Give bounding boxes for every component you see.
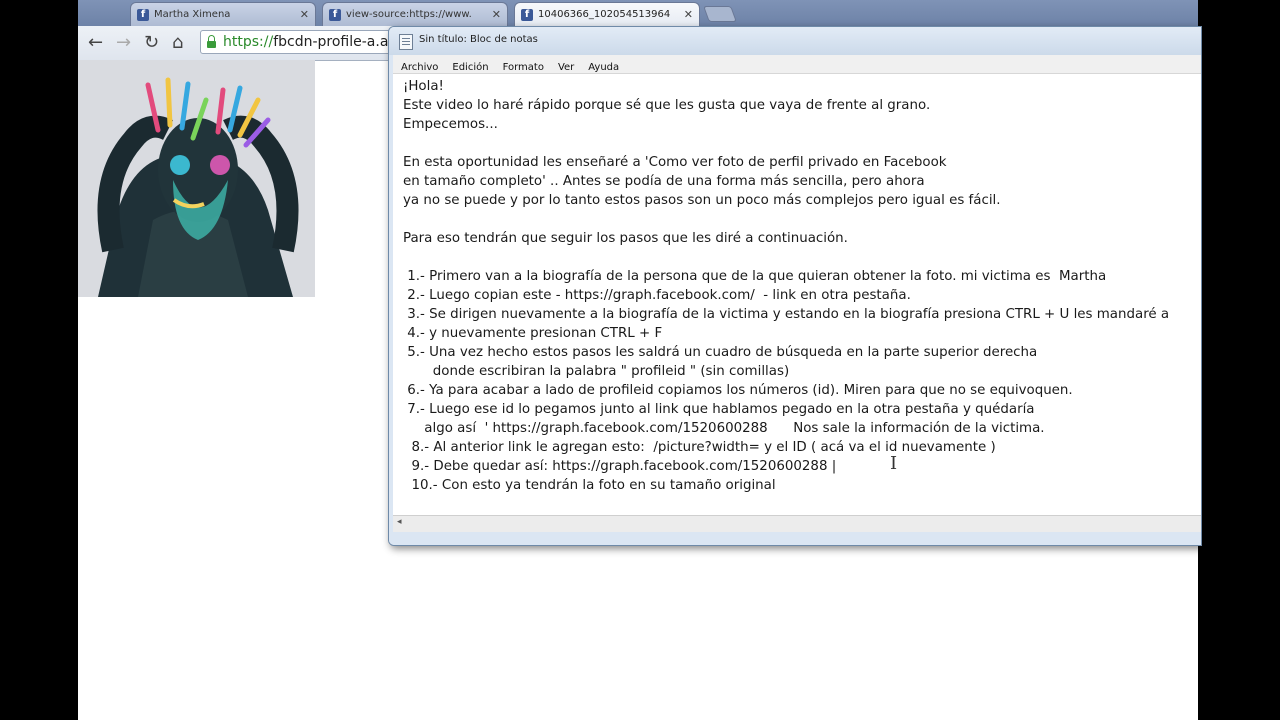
home-icon[interactable]: ⌂ bbox=[172, 32, 183, 53]
tab-martha[interactable]: f Martha Ximena ✕ bbox=[130, 2, 316, 26]
tab-image[interactable]: f 10406366_102054513964 ✕ bbox=[514, 2, 700, 26]
close-icon[interactable]: ✕ bbox=[300, 8, 309, 21]
notepad-title-bar[interactable]: Sin título: Bloc de notas bbox=[389, 27, 1201, 55]
text-line: 3.- Se dirigen nuevamente a la biografía… bbox=[403, 307, 1170, 322]
text-line: ya no se puede y por lo tanto estos paso… bbox=[403, 193, 1001, 208]
tab-label: Martha Ximena bbox=[154, 9, 231, 20]
window-bottom-border bbox=[389, 532, 1201, 545]
text-line: Este video lo haré rápido porque sé que … bbox=[403, 98, 931, 113]
text-line: en tamaño completo' .. Antes se podía de… bbox=[403, 174, 925, 189]
text-line: donde escribiran la palabra " profileid … bbox=[403, 364, 790, 379]
text-line: 5.- Una vez hecho estos pasos les saldrá… bbox=[403, 345, 1038, 360]
text-editor-area[interactable]: ¡Hola! Este video lo haré rápido porque … bbox=[393, 74, 1201, 515]
close-icon[interactable]: ✕ bbox=[684, 8, 693, 21]
window-title: Sin título: Bloc de notas bbox=[419, 34, 538, 45]
menu-archivo[interactable]: Archivo bbox=[393, 59, 444, 73]
text-line: 2.- Luego copian este - https://graph.fa… bbox=[403, 288, 911, 303]
tab-strip: f Martha Ximena ✕ f view-source:https://… bbox=[78, 0, 1198, 26]
text-line: 10.- Con esto ya tendrán la foto en su t… bbox=[403, 478, 776, 493]
tab-label: 10406366_102054513964 bbox=[538, 9, 671, 20]
menu-ver[interactable]: Ver bbox=[550, 59, 580, 73]
facebook-icon: f bbox=[137, 8, 149, 21]
text-line: 6.- Ya para acabar a lado de profileid c… bbox=[403, 383, 1073, 398]
profile-photo bbox=[78, 60, 315, 297]
reload-icon[interactable]: ↻ bbox=[144, 32, 159, 53]
text-cursor-icon: I bbox=[890, 453, 898, 474]
text-line: Empecemos... bbox=[403, 117, 498, 132]
text-line: 9.- Debe quedar así: https://graph.faceb… bbox=[403, 459, 837, 474]
text-line: En esta oportunidad les enseñaré a 'Como… bbox=[403, 155, 947, 170]
text-line: algo así ' https://graph.facebook.com/15… bbox=[403, 421, 1045, 436]
text-line: 4.- y nuevamente presionan CTRL + F bbox=[403, 326, 663, 341]
text-line: 8.- Al anterior link le agregan esto: /p… bbox=[403, 440, 996, 455]
forward-arrow-icon[interactable]: → bbox=[116, 32, 131, 53]
text-line: 1.- Primero van a la biografía de la per… bbox=[403, 269, 1107, 284]
text-line: 7.- Luego ese id lo pegamos junto al lin… bbox=[403, 402, 1035, 417]
notepad-window: Sin título: Bloc de notas Archivo Edición… bbox=[388, 26, 1202, 546]
url-text: https://fbcdn-profile-a.a bbox=[223, 34, 389, 50]
close-icon[interactable]: ✕ bbox=[492, 8, 501, 21]
menu-ayuda[interactable]: Ayuda bbox=[580, 59, 625, 73]
text-line: ¡Hola! bbox=[403, 79, 444, 94]
menu-formato[interactable]: Formato bbox=[495, 59, 550, 73]
new-tab-button[interactable] bbox=[703, 6, 737, 22]
tab-label: view-source:https://www. bbox=[346, 9, 472, 20]
menu-edicion[interactable]: Edición bbox=[444, 59, 494, 73]
tab-view-source[interactable]: f view-source:https://www. ✕ bbox=[322, 2, 508, 26]
menu-bar: Archivo Edición Formato Ver Ayuda bbox=[393, 55, 1201, 74]
scroll-left-icon[interactable]: ◂ bbox=[397, 517, 402, 527]
lock-icon bbox=[207, 34, 216, 48]
facebook-icon: f bbox=[329, 8, 341, 21]
notepad-icon bbox=[399, 34, 413, 50]
facebook-icon: f bbox=[521, 8, 533, 21]
horizontal-scrollbar[interactable]: ◂ bbox=[393, 515, 1201, 533]
text-line: Para eso tendrán que seguir los pasos qu… bbox=[403, 231, 848, 246]
profile-photo-image bbox=[78, 60, 315, 297]
back-arrow-icon[interactable]: ← bbox=[88, 32, 103, 53]
